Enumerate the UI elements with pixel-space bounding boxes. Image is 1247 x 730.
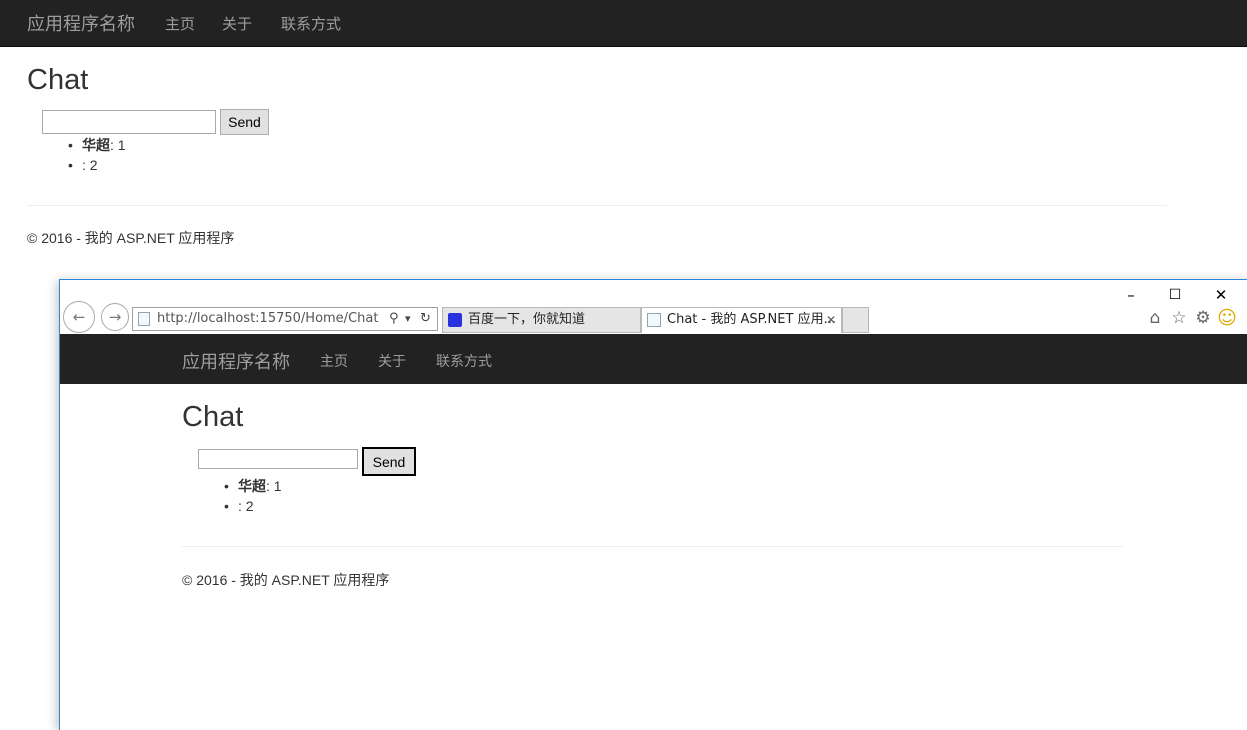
- nav-contact[interactable]: 联系方式: [436, 351, 492, 371]
- list-item: • 华超: 1: [68, 135, 126, 155]
- navbar: 应用程序名称 主页 关于 联系方式: [0, 0, 1247, 47]
- list-item: • : 2: [224, 496, 282, 516]
- bullet: •: [68, 157, 73, 173]
- nav-about[interactable]: 关于: [222, 13, 252, 34]
- divider: [27, 205, 1167, 206]
- message-text: : 2: [238, 498, 254, 514]
- message-text: : 1: [110, 137, 126, 153]
- page-title: Chat: [27, 64, 89, 96]
- brand-link[interactable]: 应用程序名称: [182, 348, 290, 374]
- refresh-icon[interactable]: ↻: [420, 308, 431, 330]
- favorites-icon[interactable]: ☆: [1169, 308, 1189, 328]
- address-url[interactable]: http://localhost:15750/Home/Chat: [157, 308, 378, 330]
- bullet: •: [68, 137, 73, 153]
- message-author: 华超: [238, 478, 266, 494]
- message-text: : 2: [82, 157, 98, 173]
- message-list: • 华超: 1 • : 2: [224, 476, 282, 516]
- minimize-icon[interactable]: –: [1119, 286, 1143, 304]
- search-icon[interactable]: ⚲: [389, 308, 399, 330]
- gear-icon[interactable]: ⚙: [1193, 308, 1213, 328]
- list-item: • : 2: [68, 155, 126, 175]
- nav-home[interactable]: 主页: [320, 351, 348, 371]
- browser-chrome: – ☐ ✕ ← → http://localhost:15750/Home/Ch…: [60, 280, 1247, 334]
- address-bar[interactable]: http://localhost:15750/Home/Chat ⚲ ▾ ↻: [132, 307, 438, 331]
- footer-text: © 2016 - 我的 ASP.NET 应用程序: [27, 230, 235, 246]
- footer-text: © 2016 - 我的 ASP.NET 应用程序: [182, 572, 390, 588]
- new-tab-button[interactable]: [842, 307, 869, 333]
- back-icon[interactable]: ←: [63, 301, 95, 333]
- baidu-paw-icon: [448, 313, 462, 327]
- list-item: • 华超: 1: [224, 476, 282, 496]
- forward-icon[interactable]: →: [101, 303, 129, 331]
- tab-label: 百度一下，你就知道: [468, 312, 586, 327]
- message-text: : 1: [266, 478, 282, 494]
- maximize-icon[interactable]: ☐: [1163, 286, 1187, 304]
- tab-close-icon[interactable]: ✕: [826, 308, 836, 332]
- inner-navbar: 应用程序名称 主页 关于 联系方式: [60, 334, 1247, 384]
- divider: [182, 546, 1123, 547]
- message-input[interactable]: [198, 449, 358, 469]
- smiley-icon[interactable]: ☺: [1217, 308, 1237, 328]
- send-button[interactable]: Send: [220, 109, 269, 135]
- close-icon[interactable]: ✕: [1209, 286, 1233, 304]
- bullet: •: [224, 498, 229, 514]
- page-icon: [138, 312, 150, 326]
- tab-label: Chat - 我的 ASP.NET 应用...: [667, 312, 836, 327]
- message-author: 华超: [82, 137, 110, 153]
- chevron-down-icon[interactable]: ▾: [405, 308, 411, 330]
- page-title: Chat: [182, 401, 244, 433]
- nav-contact[interactable]: 联系方式: [281, 13, 341, 34]
- send-button[interactable]: Send: [362, 447, 416, 476]
- home-icon[interactable]: ⌂: [1145, 308, 1165, 328]
- page-icon: [647, 313, 661, 327]
- message-list: • 华超: 1 • : 2: [68, 135, 126, 175]
- message-input[interactable]: [42, 110, 216, 134]
- brand-link[interactable]: 应用程序名称: [27, 10, 135, 36]
- browser-window: – ☐ ✕ ← → http://localhost:15750/Home/Ch…: [59, 279, 1247, 730]
- nav-home[interactable]: 主页: [165, 13, 195, 34]
- tab-baidu[interactable]: 百度一下，你就知道: [442, 307, 641, 333]
- bullet: •: [224, 478, 229, 494]
- tab-chat[interactable]: Chat - 我的 ASP.NET 应用... ✕: [641, 307, 842, 333]
- nav-about[interactable]: 关于: [378, 351, 406, 371]
